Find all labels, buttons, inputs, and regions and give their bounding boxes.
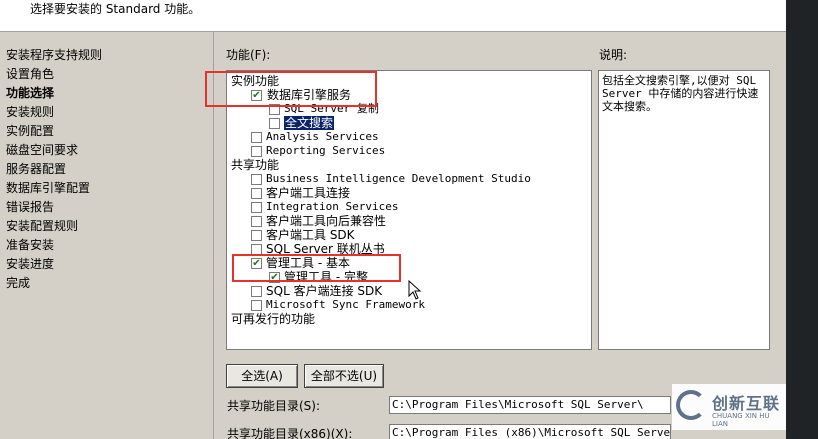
- description-text: 包括全文搜索引擎,以便对 SQL Server 中存储的内容进行快速文本搜索。: [602, 74, 759, 113]
- client-connectivity-checkbox[interactable]: [251, 188, 262, 199]
- header-description: 选择要安装的 Standard 功能。: [30, 2, 201, 16]
- nav-item-complete[interactable]: 完成: [0, 274, 210, 293]
- nav-item-setup-role[interactable]: 设置角色: [0, 65, 210, 84]
- nav-item-install-rules[interactable]: 安装规则: [0, 103, 210, 122]
- nav-item-instance-config[interactable]: 实例配置: [0, 122, 210, 141]
- client-sdk-checkbox[interactable]: [251, 230, 262, 241]
- shared-dir-field[interactable]: C:\Program Files\Microsoft SQL Server\: [389, 396, 671, 414]
- nav-item-error-reporting[interactable]: 错误报告: [0, 198, 210, 217]
- tree-item-client-connectivity[interactable]: 客户端工具连接: [251, 186, 451, 200]
- tree-item-bids[interactable]: Business Intelligence Development Studio: [251, 172, 581, 186]
- highlight-box-mgmt-tools: [232, 254, 401, 282]
- tree-item-sync-framework[interactable]: Microsoft Sync Framework: [251, 298, 511, 312]
- tree-heading-shared: 共享功能: [231, 158, 280, 172]
- tree-item-fulltext[interactable]: 全文搜索: [269, 116, 469, 130]
- mouse-cursor-icon: [408, 280, 422, 300]
- fulltext-checkbox[interactable]: [269, 118, 280, 129]
- description-label: 说明:: [599, 48, 628, 62]
- nav-item-progress[interactable]: 安装进度: [0, 255, 210, 274]
- watermark-logo: 创新互联 CHUANG XIN HU LIAN: [672, 384, 786, 430]
- highlight-box-db-engine: [205, 71, 377, 107]
- nav-item-db-engine-config[interactable]: 数据库引擎配置: [0, 179, 210, 198]
- bids-checkbox[interactable]: [251, 174, 262, 185]
- nav-item-server-config[interactable]: 服务器配置: [0, 160, 210, 179]
- analysis-checkbox[interactable]: [251, 132, 262, 143]
- tree-item-reporting[interactable]: Reporting Services: [251, 144, 451, 158]
- tree-item-analysis[interactable]: Analysis Services: [251, 130, 451, 144]
- logo-swirl-icon: [676, 390, 706, 420]
- tree-item-integration[interactable]: Integration Services: [251, 200, 451, 214]
- shared-dir-x86-label: 共享功能目录(x86)(X):: [227, 427, 353, 439]
- unselect-all-button[interactable]: 全部不选(U): [304, 364, 384, 388]
- shared-dir-label: 共享功能目录(S):: [227, 399, 321, 413]
- header-panel: 选择要安装的 Standard 功能。: [0, 0, 818, 32]
- nav-item-disk-space[interactable]: 磁盘空间要求: [0, 141, 210, 160]
- nav-item-ready[interactable]: 准备安装: [0, 236, 210, 255]
- select-all-button[interactable]: 全选(A): [226, 364, 298, 388]
- sync-framework-checkbox[interactable]: [251, 300, 262, 311]
- features-label: 功能(F):: [226, 48, 271, 62]
- integration-checkbox[interactable]: [251, 202, 262, 213]
- sql-client-sdk-checkbox[interactable]: [251, 286, 262, 297]
- tree-item-backcompat[interactable]: 客户端工具向后兼容性: [251, 214, 451, 228]
- nav-item-feature-selection[interactable]: 功能选择: [0, 84, 210, 103]
- tree-heading-redistributable: 可再发行的功能: [231, 312, 316, 326]
- reporting-checkbox[interactable]: [251, 146, 262, 157]
- nav-item-config-rules[interactable]: 安装配置规则: [0, 217, 210, 236]
- wizard-steps-nav: 安装程序支持规则 设置角色 功能选择 安装规则 实例配置 磁盘空间要求 服务器配…: [0, 46, 210, 293]
- feature-tree[interactable]: 实例功能 ✔ 数据库引擎服务 SQL Server 复制 全文搜索 Analys…: [226, 70, 592, 350]
- nav-item-support-rules[interactable]: 安装程序支持规则: [0, 46, 210, 65]
- tree-item-client-sdk[interactable]: 客户端工具 SDK: [251, 228, 451, 242]
- background-strip: [786, 0, 818, 439]
- shared-dir-x86-field[interactable]: C:\Program Files (x86)\Microsoft SQL Ser…: [389, 424, 671, 439]
- backcompat-checkbox[interactable]: [251, 216, 262, 227]
- description-panel: 包括全文搜索引擎,以便对 SQL Server 中存储的内容进行快速文本搜索。: [598, 70, 770, 350]
